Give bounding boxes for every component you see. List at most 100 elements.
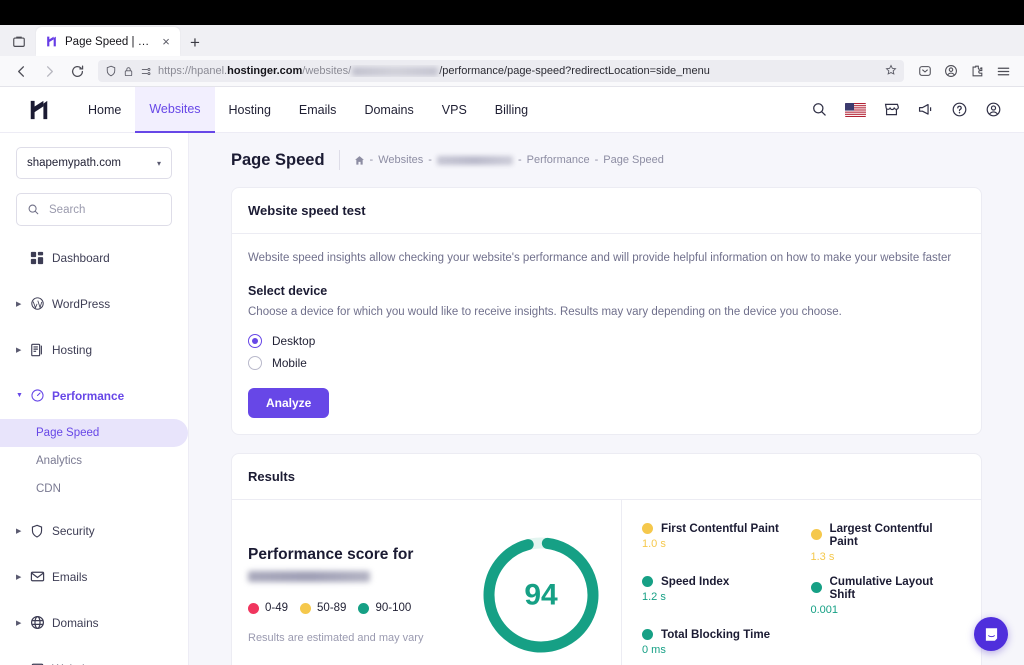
breadcrumb: - Websites - - Performance - Page Speed	[354, 154, 664, 166]
nav-item-websites[interactable]: Websites	[135, 86, 215, 133]
intercom-launcher[interactable]	[974, 617, 1008, 651]
envelope-icon	[30, 569, 52, 584]
sidebar-item-domains[interactable]: ▶ Domains	[16, 609, 172, 636]
hostinger-logo[interactable]	[22, 99, 56, 121]
legend-dot-good	[358, 602, 370, 614]
page-header: Page Speed - Websites - - Performance - …	[231, 133, 982, 187]
sidebar-item-wordpress[interactable]: ▶ WordPress	[16, 290, 172, 317]
sidebar-item-performance[interactable]: ▼ Performance	[16, 382, 172, 409]
pocket-icon[interactable]	[912, 58, 938, 84]
browser-tab[interactable]: Page Speed | Hostinger ×	[36, 27, 180, 56]
megaphone-icon[interactable]	[917, 101, 934, 118]
metrics-column: First Contentful Paint 1.0 s Largest Con…	[622, 500, 981, 665]
radio-mobile-label: Mobile	[272, 355, 307, 370]
sidebar-item-hosting[interactable]: ▶ Hosting	[16, 336, 172, 363]
metric-value: 1.3 s	[810, 550, 835, 563]
breadcrumb-item-performance[interactable]: Performance	[527, 154, 590, 166]
radio-desktop-icon[interactable]	[248, 333, 262, 348]
sidebar-item-security[interactable]: ▶ Security	[16, 517, 172, 544]
us-flag-icon[interactable]	[845, 102, 866, 117]
shield-icon[interactable]	[105, 65, 117, 77]
legend-dot-average	[300, 602, 312, 614]
help-icon[interactable]	[951, 101, 968, 118]
sidebar-item-analytics[interactable]: Analytics	[0, 447, 188, 475]
metrics-grid: First Contentful Paint 1.0 s Largest Con…	[642, 522, 961, 665]
home-icon[interactable]	[354, 155, 365, 166]
globe-icon	[30, 615, 52, 630]
sidebar-sub-label: Analytics	[36, 455, 83, 467]
account-icon[interactable]	[938, 58, 964, 84]
score-text-block: Performance score for 0-49 50-89 90-100 …	[248, 545, 477, 644]
tab-strip: Page Speed | Hostinger × +	[0, 25, 1024, 56]
domain-selector[interactable]: shapemypath.com ▾	[16, 147, 172, 179]
chevron-down-icon: ▼	[16, 392, 23, 399]
account-circle-icon[interactable]	[985, 101, 1002, 118]
address-bar[interactable]: https://hpanel.hostinger.com/websites/ /p…	[98, 60, 904, 82]
forward-icon[interactable]	[36, 58, 62, 84]
close-icon[interactable]: ×	[158, 34, 174, 50]
sidebar-label: Hosting	[52, 342, 92, 357]
chevron-right-icon: ▶	[16, 573, 22, 581]
search-input[interactable]	[49, 203, 161, 216]
nav-item-emails[interactable]: Emails	[285, 87, 351, 133]
nav-item-vps[interactable]: VPS	[428, 87, 481, 133]
legend-label-average: 50-89	[317, 602, 347, 615]
breadcrumb-item-websites[interactable]: Websites	[378, 154, 423, 166]
metric-status-dot	[810, 582, 822, 593]
chevron-down-icon: ▾	[156, 158, 161, 168]
sidebar-sub-label: Page Speed	[36, 427, 100, 439]
hostinger-h-icon	[45, 35, 58, 48]
legend-label-poor: 0-49	[265, 602, 289, 615]
titlebar-black-strip	[0, 0, 1024, 25]
sidebar: shapemypath.com ▾ Dashboard ▶	[0, 133, 189, 665]
nav-item-home[interactable]: Home	[74, 87, 135, 133]
nav-item-domains[interactable]: Domains	[350, 87, 427, 133]
radio-desktop-label: Desktop	[272, 333, 316, 348]
metric-label: Total Blocking Time	[661, 627, 771, 641]
extensions-icon[interactable]	[964, 58, 990, 84]
url-path-post: /performance/page-speed?redirectLocation…	[439, 65, 710, 77]
main-content: Page Speed - Websites - - Performance - …	[189, 133, 1024, 665]
sidebar-label: Security	[52, 523, 95, 538]
results-card: Results Performance score for 0-49 50-89…	[231, 452, 982, 665]
menu-icon[interactable]	[990, 58, 1016, 84]
metric-speed-index: Speed Index 1.2 s	[642, 575, 793, 616]
store-icon[interactable]	[883, 101, 900, 118]
metric-label: Largest Contentful Paint	[829, 521, 933, 548]
reload-icon[interactable]	[64, 58, 90, 84]
radio-option-desktop[interactable]: Desktop	[248, 333, 965, 348]
metric-status-dot	[642, 575, 653, 587]
sidebar-item-cdn[interactable]: CDN	[0, 475, 188, 503]
analyze-button[interactable]: Analyze	[248, 387, 330, 418]
breadcrumb-item-domain-redacted[interactable]	[436, 155, 513, 165]
url-domain: hostinger.com	[227, 65, 303, 77]
sidebar-item-website[interactable]: ▶ Website	[16, 655, 172, 665]
nav-item-billing[interactable]: Billing	[481, 87, 542, 133]
sidebar-item-dashboard[interactable]: Dashboard	[16, 244, 172, 271]
metric-largest-contentful-paint: Largest Contentful Paint 1.3 s	[810, 521, 962, 563]
search-icon[interactable]	[811, 101, 828, 118]
back-icon[interactable]	[8, 58, 34, 84]
metric-value: 0.001	[810, 603, 839, 616]
chevron-right-icon: ▶	[16, 619, 22, 627]
metric-label: First Contentful Paint	[661, 521, 779, 535]
legend-label-good: 90-100	[375, 602, 412, 615]
sidebar-item-emails[interactable]: ▶ Emails	[16, 563, 172, 590]
chevron-right-icon: ▶	[16, 346, 22, 354]
breadcrumb-sep: -	[428, 154, 432, 166]
new-tab-button[interactable]: +	[182, 30, 208, 56]
url-path-pre: /websites/	[302, 65, 352, 77]
primary-nav: Home Websites Hosting Emails Domains VPS…	[74, 86, 542, 133]
radio-option-mobile[interactable]: Mobile	[248, 355, 965, 370]
radio-mobile-icon[interactable]	[248, 355, 262, 370]
list-all-tabs-icon[interactable]	[4, 27, 34, 56]
reader-icon[interactable]	[140, 66, 152, 77]
lock-icon[interactable]	[123, 66, 134, 77]
bookmark-star-icon[interactable]	[885, 63, 897, 79]
nav-item-hosting[interactable]: Hosting	[215, 87, 285, 133]
performance-submenu: Page Speed Analytics CDN	[0, 419, 188, 503]
sidebar-item-page-speed[interactable]: Page Speed	[0, 419, 188, 447]
grid-icon	[30, 251, 52, 265]
url-redacted-domain	[352, 66, 439, 76]
sidebar-search[interactable]	[16, 193, 172, 226]
